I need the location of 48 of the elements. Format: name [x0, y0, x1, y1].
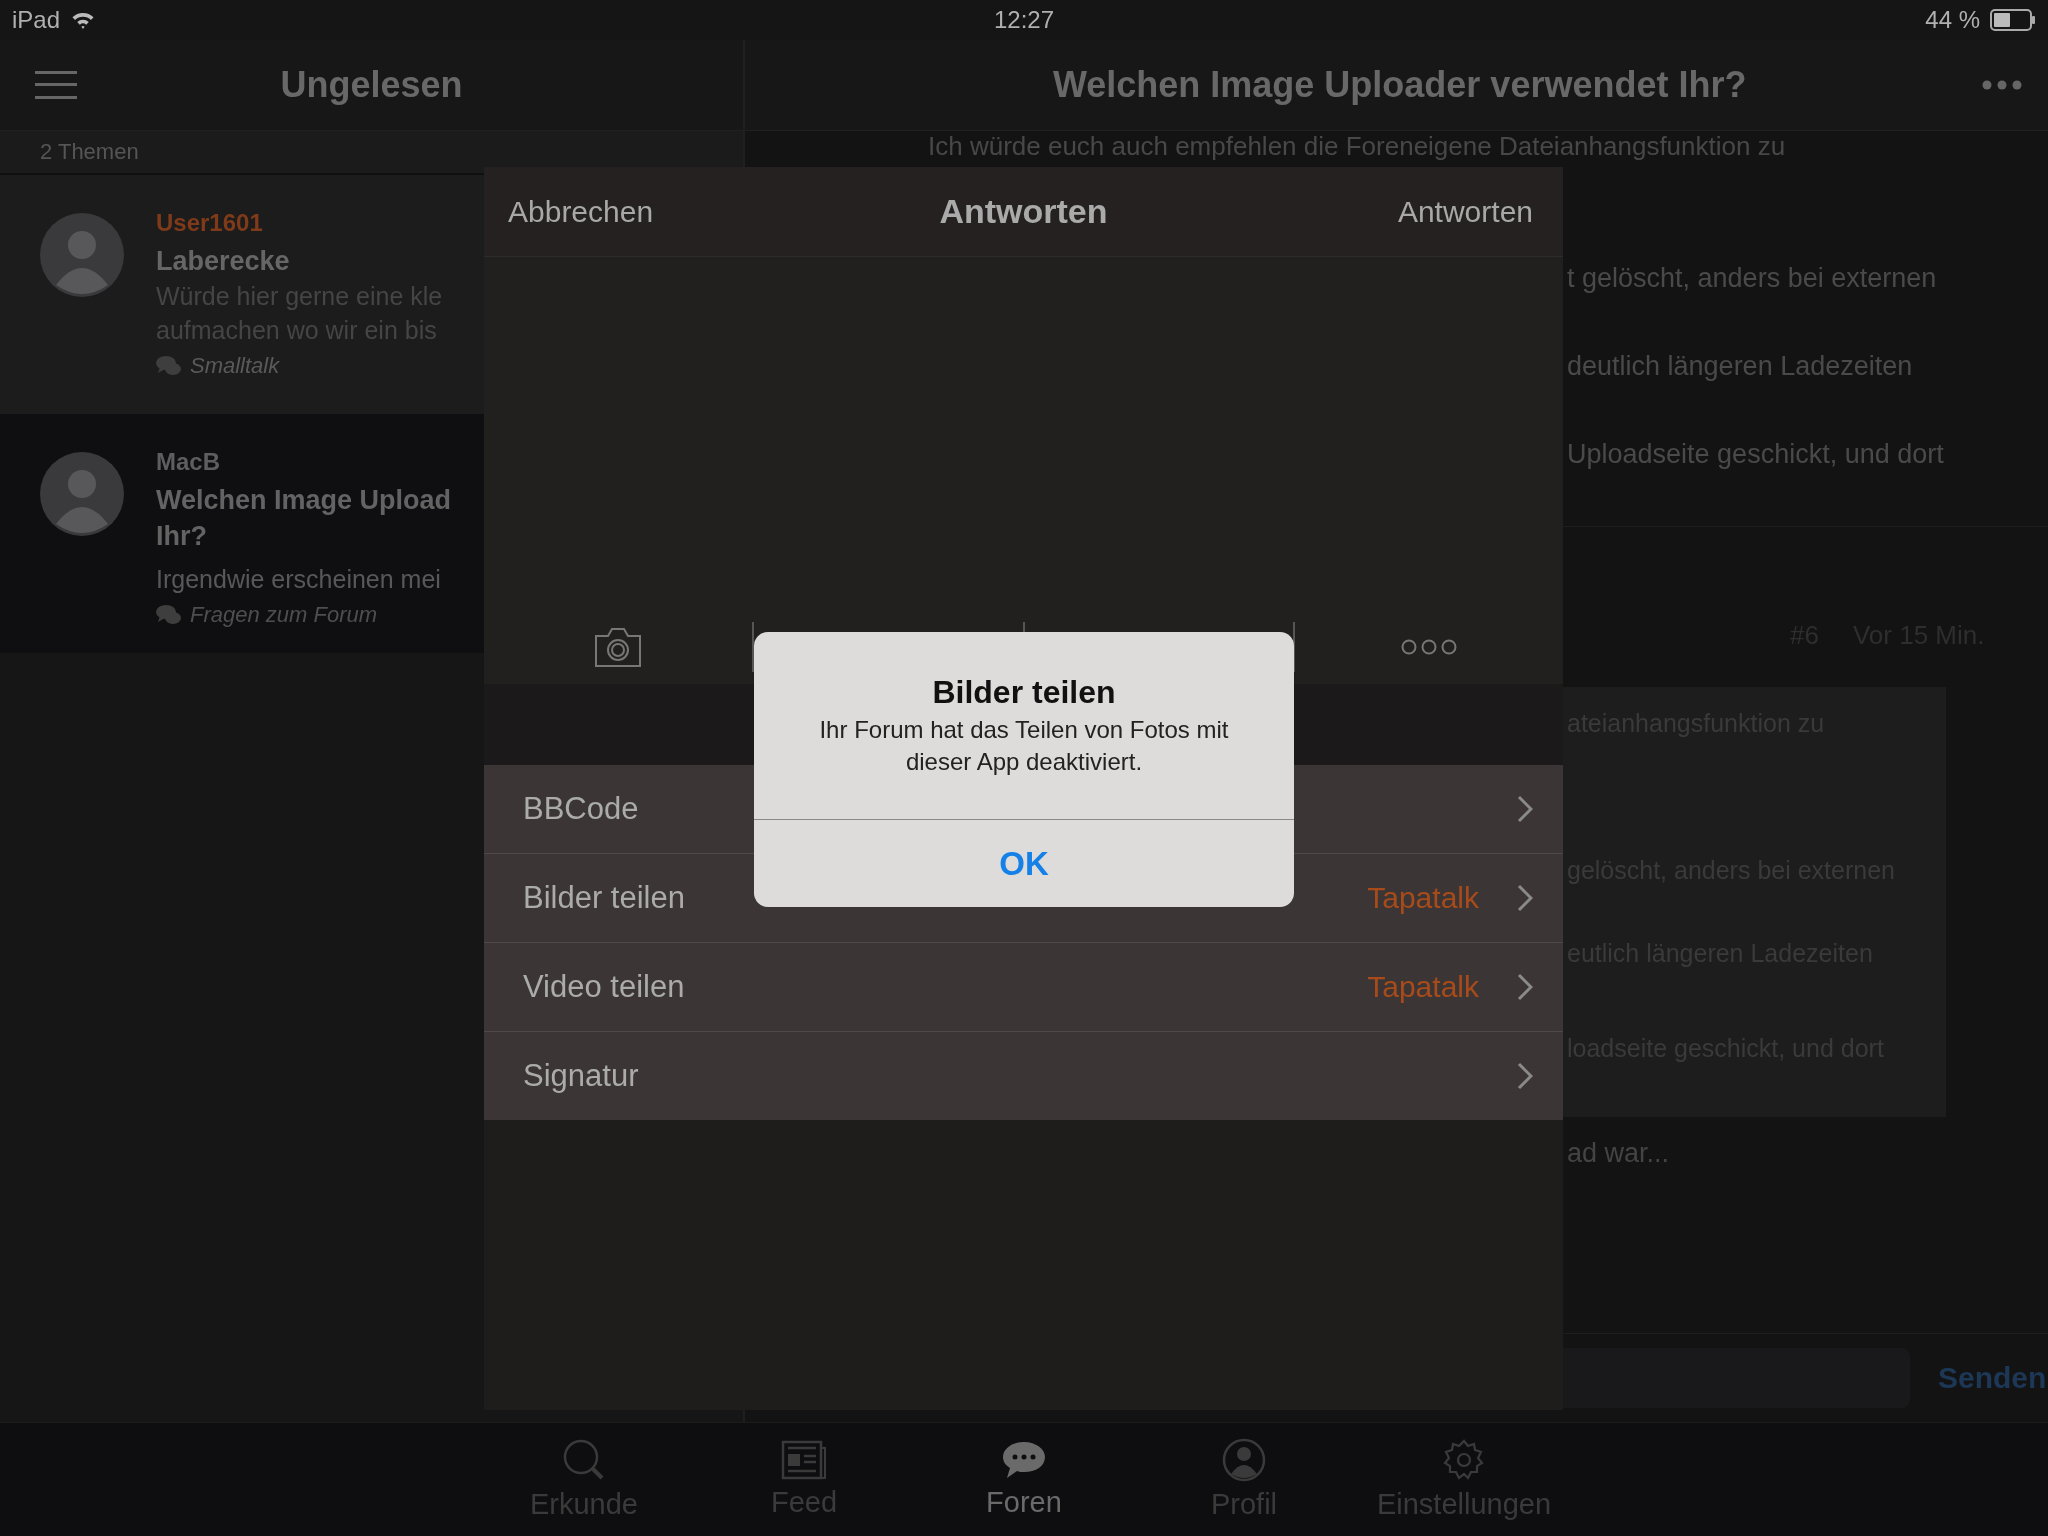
search-icon — [562, 1438, 606, 1482]
ok-button[interactable]: OK — [754, 820, 1294, 907]
option-row[interactable]: Video teilen Tapatalk — [484, 943, 1563, 1032]
forum-name: Smalltalk — [190, 353, 280, 379]
option-label: Bilder teilen — [523, 880, 686, 916]
chat-icon — [1001, 1440, 1047, 1480]
forum-name: Fragen zum Forum — [190, 602, 378, 628]
tab[interactable]: Foren — [914, 1423, 1134, 1536]
option-label: Video teilen — [523, 969, 686, 1005]
more-icon[interactable] — [1400, 639, 1457, 655]
clock-time: 12:27 — [993, 6, 1055, 34]
camera-icon[interactable] — [594, 626, 643, 668]
newspaper-icon — [781, 1440, 827, 1480]
alert-message: Ihr Forum hat das Teilen von Fotos mit dieser App deaktiviert. — [818, 715, 1230, 777]
topic-count: 2 Themen — [40, 139, 139, 165]
cancel-button[interactable]: Abbrechen — [502, 193, 660, 230]
option-value: Tapatalk — [1367, 970, 1479, 1004]
more-icon[interactable] — [1982, 80, 2023, 90]
chevron-icon — [1517, 973, 1533, 1001]
avatar-icon — [40, 452, 124, 536]
topic-title: Ihr? — [156, 520, 208, 553]
carrier-label: iPad — [12, 6, 61, 34]
reply-button[interactable]: Antworten — [1391, 193, 1539, 230]
menu-icon[interactable] — [35, 71, 77, 99]
profile-icon — [1222, 1438, 1266, 1482]
option-row[interactable]: Signatur — [484, 1032, 1563, 1120]
thread-title: Welchen Image Uploader verwendet Ihr? — [1052, 64, 1747, 106]
author-name: User1601 — [156, 208, 264, 238]
topic-title: Laberecke — [156, 245, 291, 278]
topic-title: Welchen Image Upload — [156, 484, 453, 517]
chat-bubbles-icon — [156, 355, 182, 377]
battery-icon — [1990, 9, 2036, 31]
battery-percent: 44 % — [1925, 6, 1980, 34]
chevron-icon — [1517, 1062, 1533, 1090]
sheet-title: Antworten — [939, 192, 1108, 231]
option-label: BBCode — [523, 791, 640, 827]
chat-bubbles-icon — [156, 604, 182, 626]
author-name: MacB — [156, 447, 222, 477]
chevron-icon — [1517, 884, 1533, 912]
avatar-icon — [40, 213, 124, 297]
gear-icon — [1442, 1438, 1486, 1482]
topic-preview: Irgendwie erscheinen mei — [156, 564, 442, 595]
option-label: Signatur — [523, 1058, 640, 1094]
option-value: Tapatalk — [1367, 881, 1479, 915]
sidebar-title: Ungelesen — [280, 64, 463, 106]
send-button[interactable]: Senden — [1930, 1361, 2048, 1395]
chevron-icon — [1517, 795, 1533, 823]
alert-title: Bilder teilen — [932, 673, 1116, 712]
